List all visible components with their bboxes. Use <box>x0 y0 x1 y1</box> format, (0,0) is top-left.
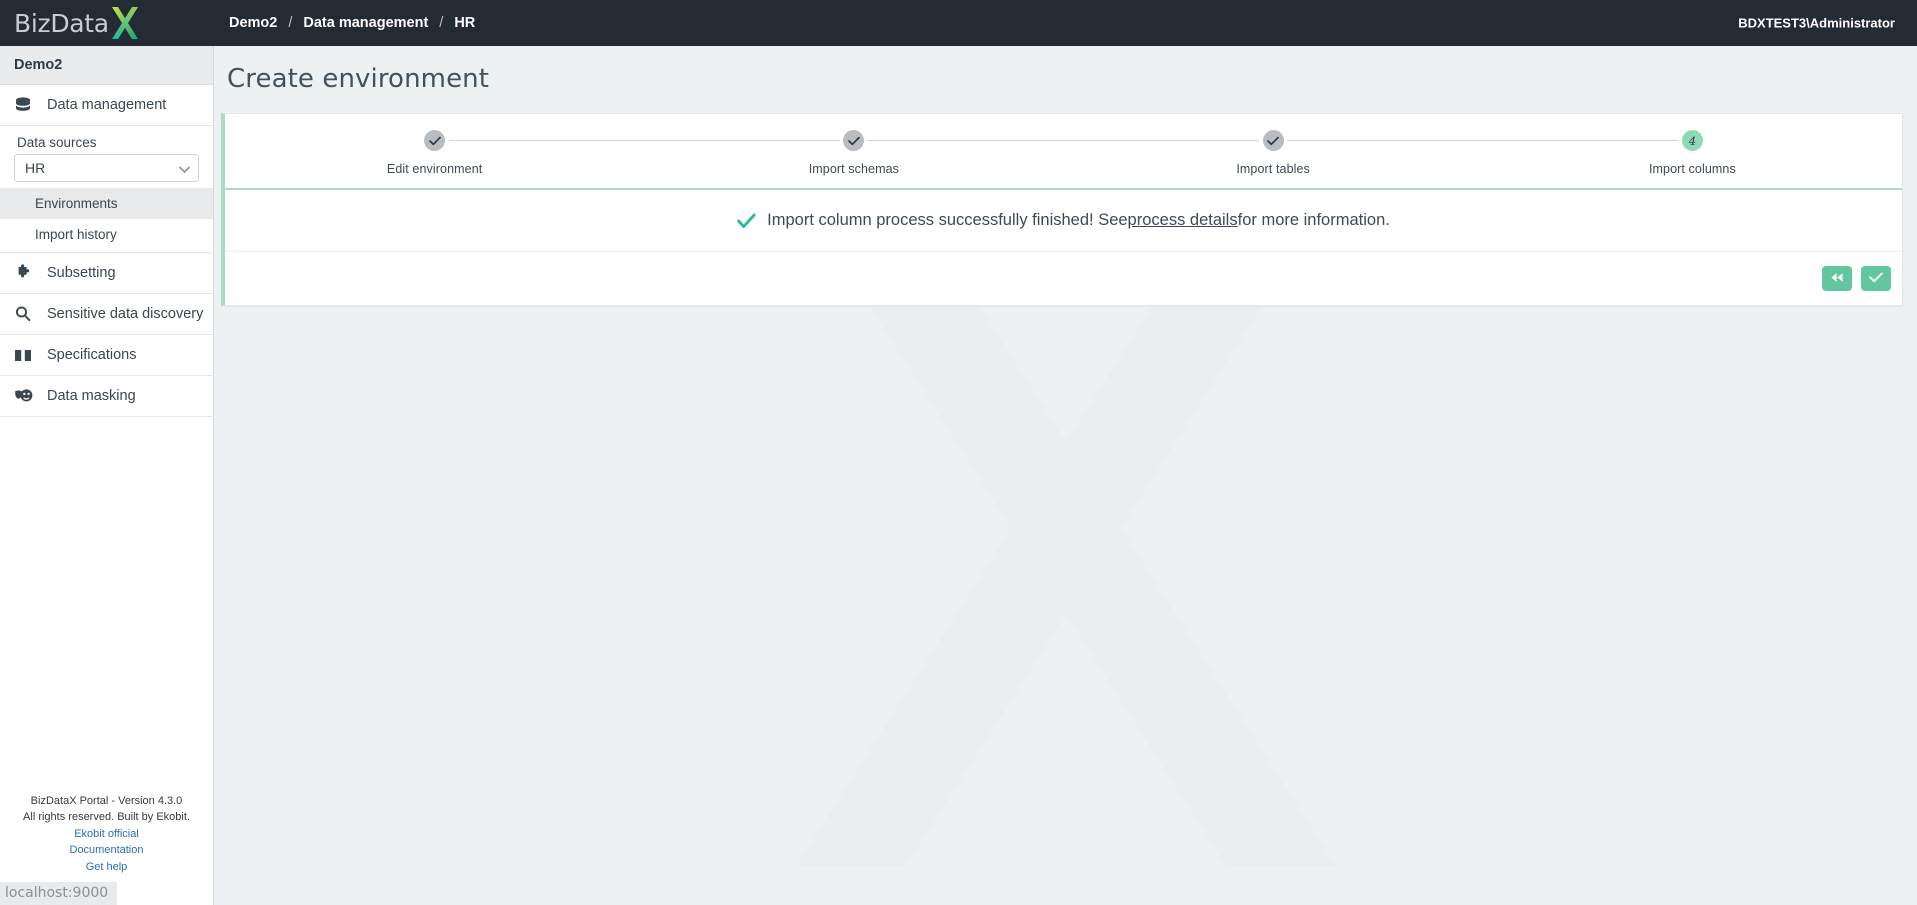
step-connector-line <box>1287 140 1483 141</box>
wizard-step-edit-environment[interactable]: Edit environment <box>225 130 645 176</box>
sidebar-item-label: Subsetting <box>47 265 116 281</box>
breadcrumb-item-0[interactable]: Demo2 <box>229 15 277 31</box>
wizard-step-label: Edit environment <box>386 162 483 176</box>
sidebar-item-label: Specifications <box>47 347 137 363</box>
footer-link-get-help[interactable]: Get help <box>0 859 213 876</box>
step-number-badge: 4 <box>1681 130 1703 151</box>
success-check-icon <box>737 213 756 229</box>
data-sources-label: Data sources <box>17 135 97 150</box>
sidebar-subitem-label: Import history <box>35 227 117 242</box>
data-sources-block: Data sources HR Environments Import hist… <box>0 126 213 253</box>
main-content: Create environment Edit environment Impo… <box>214 46 1917 905</box>
step-status-icon <box>843 130 865 151</box>
book-icon <box>13 345 33 365</box>
app-logo[interactable]: BizData <box>0 0 214 46</box>
search-icon <box>13 304 33 324</box>
wizard-panel: Edit environment Import schemas Import t… <box>221 113 1903 306</box>
breadcrumb-separator: / <box>288 15 293 31</box>
step-connector-line <box>644 140 840 141</box>
database-icon <box>13 95 33 115</box>
page-title: Create environment <box>227 64 490 94</box>
wizard-step-label: Import columns <box>1648 162 1736 176</box>
success-message-text-after: for more information. <box>1237 211 1390 229</box>
footer-link-ekobit-official[interactable]: Ekobit official <box>0 826 213 843</box>
step-connector-line <box>867 140 1064 141</box>
sidebar-item-label: Data management <box>47 97 167 113</box>
process-details-link[interactable]: process details <box>1128 211 1238 230</box>
sidebar-item-import-history[interactable]: Import history <box>0 219 213 250</box>
footer-link-documentation[interactable]: Documentation <box>0 842 213 859</box>
sidebar-item-subsetting[interactable]: Subsetting <box>0 253 213 294</box>
sidebar-footer: BizDataX Portal - Version 4.3.0 All righ… <box>0 793 213 876</box>
footer-rights: All rights reserved. Built by Ekobit. <box>23 811 190 823</box>
wizard-step-label: Import schemas <box>808 162 900 176</box>
check-icon <box>1869 271 1883 286</box>
sidebar-item-environments[interactable]: Environments <box>0 188 213 219</box>
wizard-step-label: Import tables <box>1236 162 1310 176</box>
success-message-row: Import column process successfully finis… <box>225 190 1902 252</box>
breadcrumb-item-1[interactable]: Data management <box>303 15 428 31</box>
wizard-action-row <box>225 252 1902 305</box>
wizard-step-import-schemas[interactable]: Import schemas <box>644 130 1064 176</box>
breadcrumb-item-2[interactable]: HR <box>454 15 475 31</box>
success-message-text-before: Import column process successfully finis… <box>767 211 1128 229</box>
sidebar: Demo2 Data management Data sources HR En… <box>0 46 214 905</box>
wizard-step-import-columns[interactable]: 4 Import columns <box>1482 130 1902 176</box>
sidebar-item-data-masking[interactable]: Data masking <box>0 376 213 417</box>
top-bar: BizData Demo2 / Data management / HR BDX… <box>0 0 1917 46</box>
step-connector-line <box>1482 140 1679 141</box>
puzzle-icon <box>13 263 33 283</box>
step-number: 4 <box>1688 133 1697 148</box>
step-connector-line <box>448 140 645 141</box>
step-status-icon <box>1262 130 1284 151</box>
status-bar-url: localhost:9000 <box>0 882 118 905</box>
step-connector-line <box>1063 140 1260 141</box>
sidebar-header: Demo2 <box>0 46 213 85</box>
data-source-selected-value: HR <box>25 160 46 176</box>
finish-button[interactable] <box>1861 266 1891 291</box>
breadcrumb: Demo2 / Data management / HR <box>229 15 475 31</box>
sidebar-item-specifications[interactable]: Specifications <box>0 335 213 376</box>
rewind-icon <box>1830 271 1844 286</box>
sidebar-item-label: Sensitive data discovery <box>47 306 204 322</box>
sidebar-item-sensitive-data-discovery[interactable]: Sensitive data discovery <box>0 294 213 335</box>
sidebar-subitem-label: Environments <box>35 196 118 211</box>
data-source-select[interactable]: HR <box>14 154 199 182</box>
logo-x-icon <box>103 1 147 45</box>
sidebar-item-data-management[interactable]: Data management <box>0 85 213 126</box>
back-button[interactable] <box>1822 266 1852 291</box>
sidebar-item-label: Data masking <box>47 388 136 404</box>
wizard-step-import-tables[interactable]: Import tables <box>1063 130 1483 176</box>
wizard-stepper: Edit environment Import schemas Import t… <box>225 114 1902 190</box>
footer-version: BizDataX Portal - Version 4.3.0 <box>30 794 183 807</box>
current-user-label[interactable]: BDXTEST3\Administrator <box>1738 16 1895 31</box>
masks-icon <box>13 386 33 406</box>
chevron-down-icon <box>178 160 191 176</box>
breadcrumb-separator: / <box>439 15 444 31</box>
logo-text: BizData <box>14 8 109 38</box>
step-status-icon <box>424 130 446 151</box>
